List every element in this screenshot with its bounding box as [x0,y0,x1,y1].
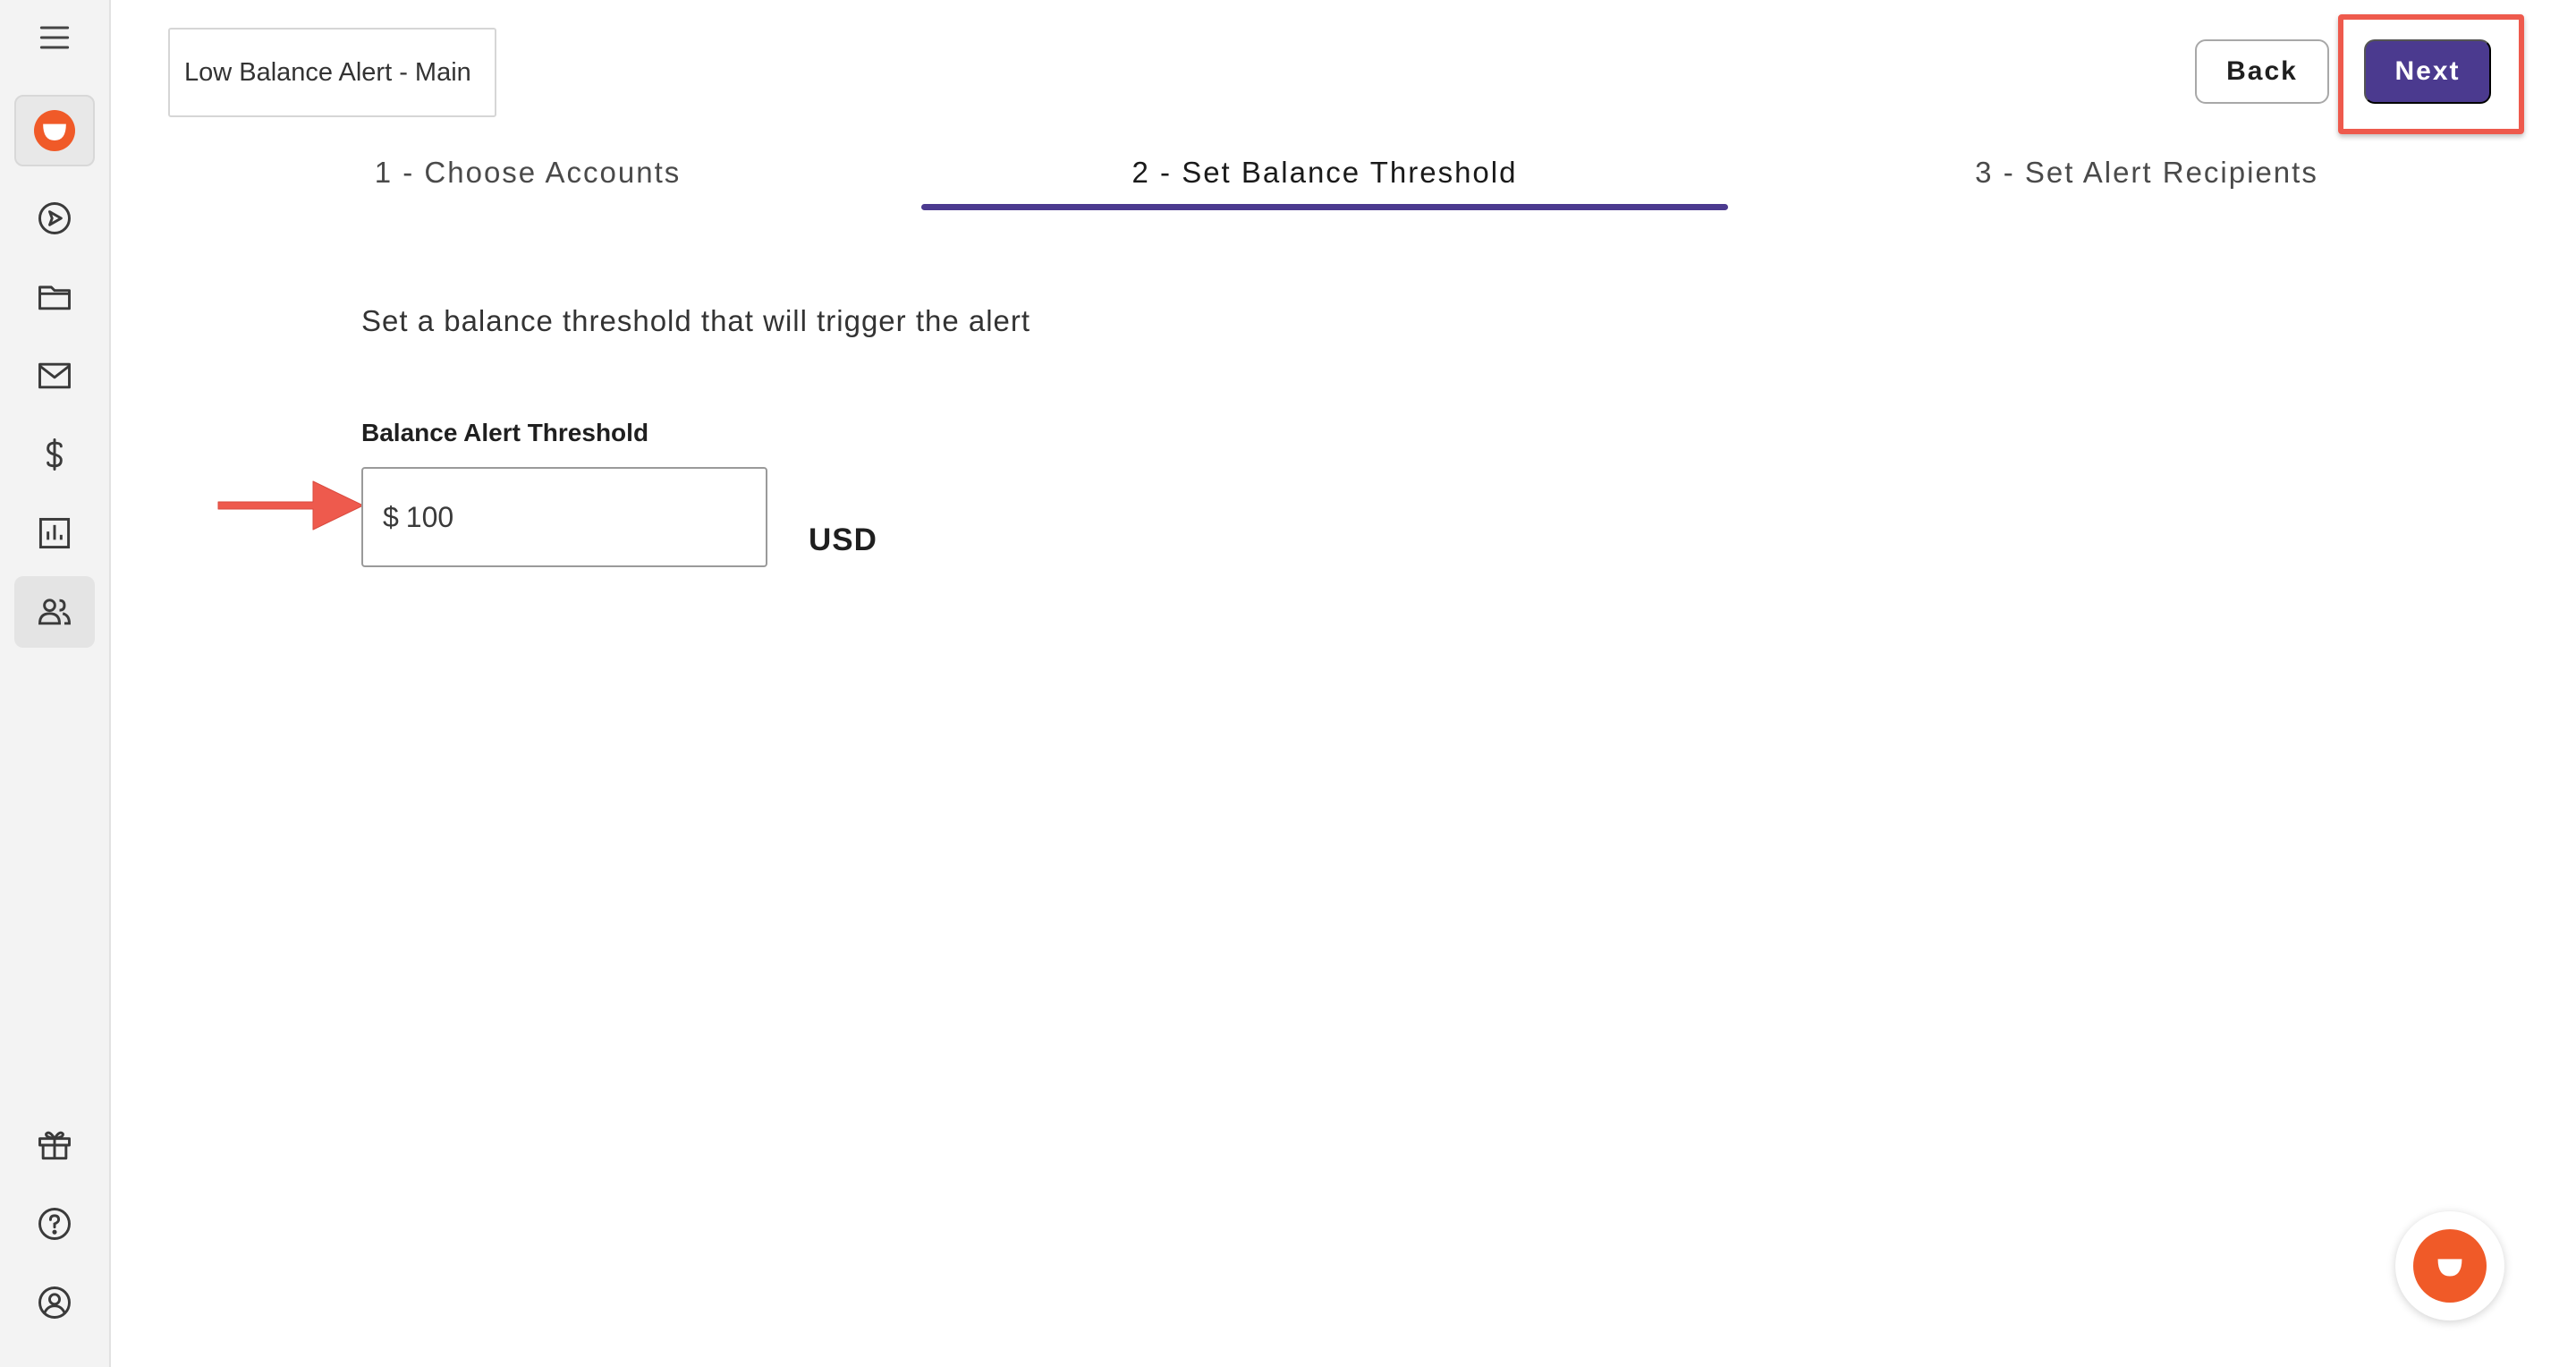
step-instruction: Set a balance threshold that will trigge… [361,304,1031,337]
gift-icon [38,1131,71,1160]
people-icon [38,599,71,625]
chat-button[interactable] [2395,1211,2504,1320]
menu-button[interactable] [14,2,95,73]
step-set-balance-threshold[interactable]: 2 - Set Balance Threshold [921,156,1728,209]
folder-icon [38,285,71,310]
step-set-alert-recipients[interactable]: 3 - Set Alert Recipients [1932,156,2361,209]
sidebar-item-rewards[interactable] [14,1109,95,1181]
active-step-indicator [921,204,1728,210]
chat-logo-icon [2413,1229,2487,1303]
sidebar-item-help[interactable] [14,1188,95,1260]
sidebar-item-reports[interactable] [14,497,95,569]
threshold-value: 100 [405,500,454,533]
next-button[interactable]: Next [2364,39,2491,104]
currency-code: USD [809,522,877,557]
sidebar-item-home[interactable] [14,95,95,166]
dollar-icon [47,438,63,471]
mail-icon [38,362,71,389]
help-icon [38,1208,71,1240]
sidebar-item-send[interactable] [14,183,95,254]
threshold-amount-input[interactable]: $ 100 [361,467,767,567]
back-button[interactable]: Back [2195,39,2329,104]
send-icon [38,202,71,234]
threshold-label: Balance Alert Threshold [361,419,649,446]
account-icon [38,1286,71,1319]
sidebar [0,0,111,1367]
sidebar-item-team[interactable] [14,576,95,648]
arrow-annotation-icon [217,480,364,531]
step-choose-accounts[interactable]: 1 - Choose Accounts [295,156,760,209]
alert-name-input[interactable]: Low Balance Alert - Main [168,28,496,117]
sidebar-item-payments[interactable] [14,419,95,490]
menu-icon [39,26,70,49]
sidebar-item-account[interactable] [14,1267,95,1338]
bar-chart-icon [38,517,71,549]
brand-logo-icon [34,110,75,151]
currency-symbol: $ [383,500,399,533]
sidebar-item-mail[interactable] [14,340,95,412]
sidebar-item-files[interactable] [14,261,95,333]
